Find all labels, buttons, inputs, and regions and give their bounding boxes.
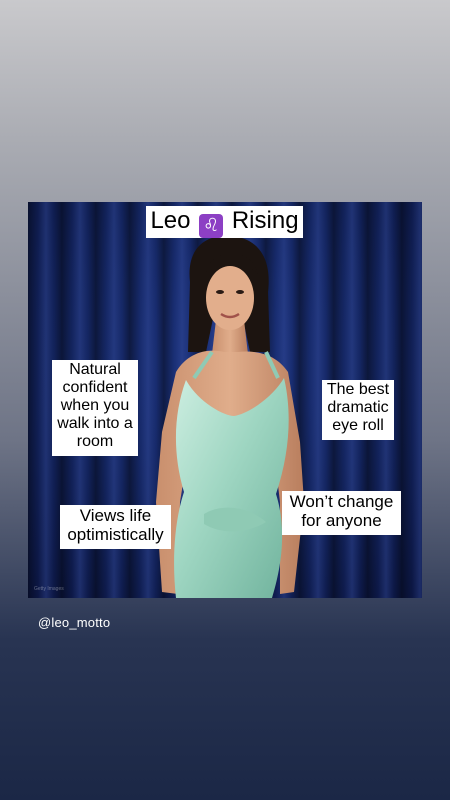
caption-views-life: Views life optimistically [60, 505, 171, 549]
photo-watermark: Getty Images [34, 586, 64, 592]
leo-zodiac-icon: ♌ [199, 214, 224, 238]
account-handle-link[interactable]: @leo_motto [38, 615, 110, 630]
caption-wont-change: Won’t change for anyone [282, 491, 401, 535]
caption-dramatic-eye-roll: The best dramatic eye roll [322, 380, 394, 440]
title-text-leo: Leo [150, 207, 191, 234]
story-title: Leo ♌ Rising [146, 206, 303, 238]
story-image: Leo ♌ Rising Natural confident when you … [28, 202, 422, 598]
title-text-rising: Rising [231, 207, 299, 234]
caption-natural-confident: Natural confident when you walk into a r… [52, 360, 138, 456]
